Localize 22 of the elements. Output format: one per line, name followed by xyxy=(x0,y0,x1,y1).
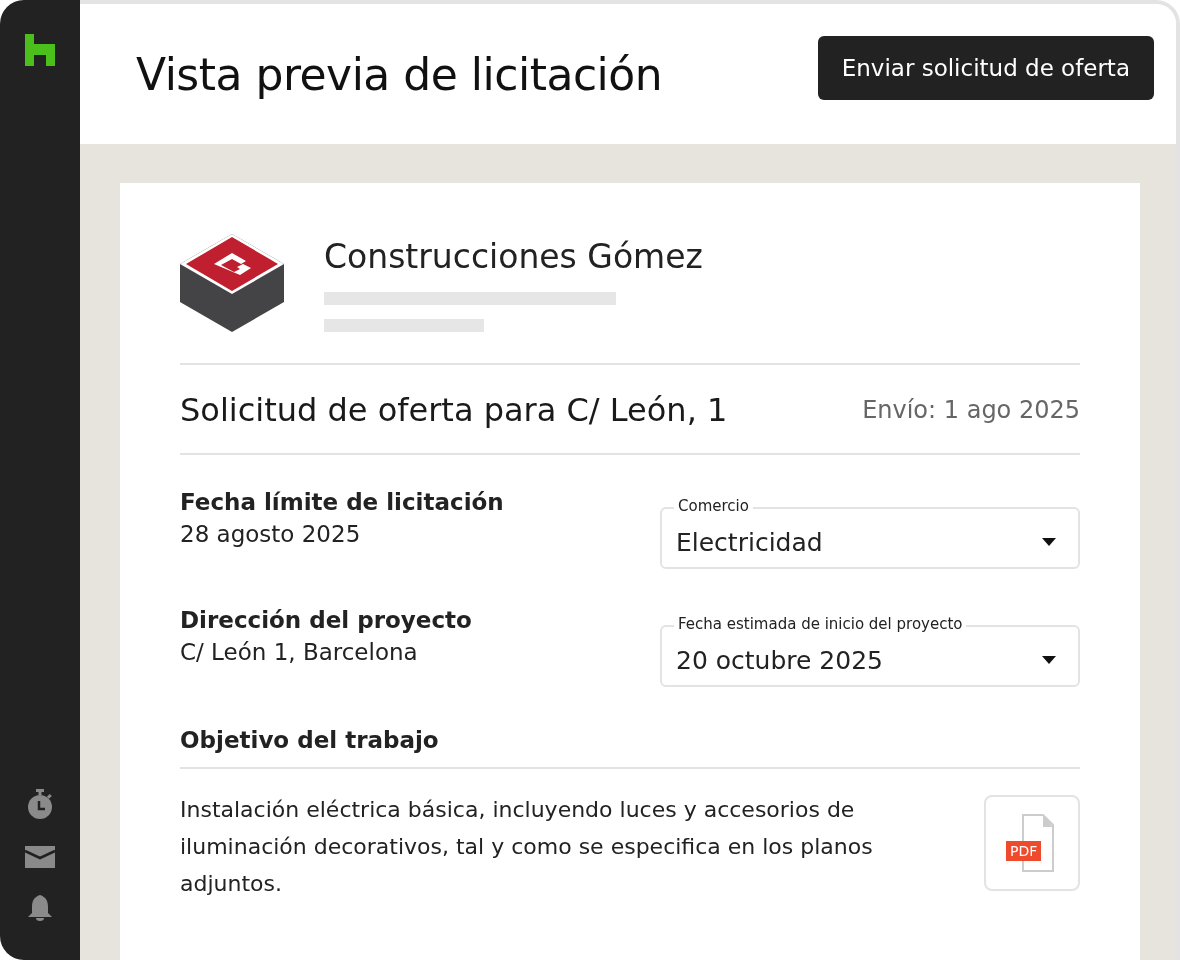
scope-description: Instalación eléctrica básica, incluyendo luces y accesorios de iluminación decorativos, tal y como se especifica en los planos adjuntos. xyxy=(180,796,874,898)
detail-label: Fecha límite de licitación xyxy=(180,489,505,515)
caret-icon xyxy=(1042,656,1056,664)
caret-icon xyxy=(1042,538,1056,546)
field-value: Electricidad xyxy=(676,527,823,557)
envelope-icon[interactable] xyxy=(25,846,55,868)
company-name: Construcciones Gómez xyxy=(324,237,703,276)
sent-date: Envío: 1 ago 2025 xyxy=(862,396,1080,424)
page-title: Vista previa de licitación xyxy=(136,48,663,100)
section-heading: Objetivo del trabajo xyxy=(180,687,1080,769)
request-title: Solicitud de oferta para C/ León, 1 xyxy=(180,391,728,429)
field-value: 20 octubre 2025 xyxy=(676,645,883,675)
field-label: Fecha estimada de inicio del proyecto xyxy=(674,615,967,633)
send-request-button[interactable]: Enviar solicitud de oferta xyxy=(817,36,1154,100)
timer-icon[interactable] xyxy=(26,788,54,820)
detail-value: 28 agosto 2025 xyxy=(180,521,362,547)
pdf-badge: PDF xyxy=(1006,841,1042,861)
detail-label: Dirección del proyecto xyxy=(180,607,473,633)
house-logo-icon xyxy=(25,34,55,66)
cube-logo-icon xyxy=(180,231,284,335)
detail-value: C/ León 1, Barcelona xyxy=(180,639,419,665)
pdf-attachment[interactable]: PDF xyxy=(984,795,1080,891)
